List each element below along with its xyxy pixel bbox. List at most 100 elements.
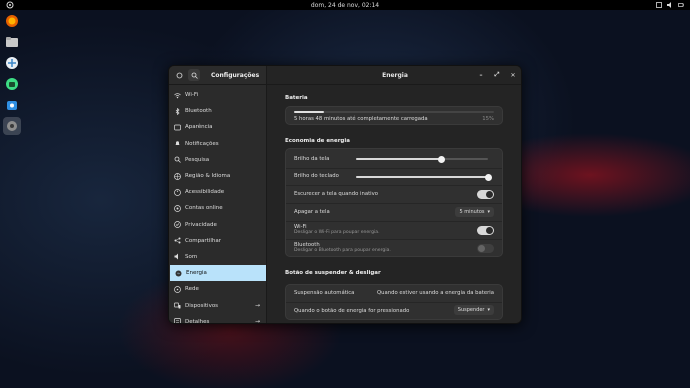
sidebar-item-wi-fi[interactable]: Wi-Fi [169, 87, 266, 103]
sidebar-item-acessibilidade[interactable]: Acessibilidade [169, 184, 266, 200]
power-button-value: Suspender [457, 307, 485, 313]
battery-card: 5 horas 48 minutos até completamente car… [285, 106, 503, 125]
store-icon[interactable] [3, 96, 21, 114]
sidebar-item-label: Privacidade [185, 221, 217, 228]
sidebar-item-privacidade[interactable]: Privacidade [169, 217, 266, 233]
sidebar-item-label: Detalhes [185, 318, 210, 324]
sidebar-item-label: Contas online [185, 205, 223, 212]
sidebar-header: Configurações [169, 66, 266, 85]
sidebar-item-dispositivos[interactable]: Dispositivos → [169, 297, 266, 313]
dock [3, 12, 21, 135]
clock[interactable]: dom, 24 de nov, 02:14 [311, 2, 379, 9]
sidebar-item-label: Energia [186, 270, 207, 277]
sidebar-item-energia[interactable]: Energia [170, 265, 266, 282]
wifi-saving-toggle[interactable] [477, 226, 494, 235]
sidebar-item-detalhes[interactable]: Detalhes → [169, 314, 266, 324]
sidebar-title: Configurações [211, 71, 260, 79]
software-icon[interactable] [3, 54, 21, 72]
firefox-icon[interactable] [3, 12, 21, 30]
menu-icon[interactable] [173, 69, 185, 81]
top-bar: dom, 24 de nov, 02:14 [0, 0, 690, 10]
accounts-icon [174, 205, 181, 212]
screen-brightness-knob[interactable] [438, 155, 446, 163]
blank-screen-dropdown[interactable]: 5 minutos ▾ [455, 207, 494, 217]
window-controls: – ⤢ ✕ [476, 70, 518, 80]
arrow-right-icon: → [254, 302, 260, 310]
sidebar-item-label: Compartilhar [185, 237, 222, 244]
battery-icon [678, 2, 684, 8]
wifi-saving-label: Wi-Fi Desligar o Wi-Fi para poupar energ… [294, 224, 494, 235]
sidebar-item-contas-online[interactable]: Contas online [169, 200, 266, 216]
main-header: Energia – ⤢ ✕ [267, 66, 521, 85]
power-button-dropdown[interactable]: Suspender ▾ [453, 305, 494, 315]
sidebar: Configurações Wi-Fi Bluetooth Aparência Not… [169, 66, 267, 324]
activities-icon[interactable] [6, 1, 14, 9]
arrow-right-icon: → [254, 318, 260, 324]
battery-bar-fill [294, 111, 325, 113]
bell-icon [174, 140, 181, 147]
sidebar-item-label: Acessibilidade [185, 189, 225, 196]
volume-icon [667, 2, 673, 8]
close-icon[interactable]: ✕ [508, 70, 518, 80]
window-title: Energia [382, 71, 408, 79]
search-icon[interactable] [188, 69, 200, 81]
wifi-icon [174, 92, 181, 99]
sidebar-item-apar-ncia[interactable]: Aparência [169, 119, 266, 135]
sidebar-item-pesquisa[interactable]: Pesquisa [169, 152, 266, 168]
accessibility-icon [174, 188, 181, 196]
search-icon [174, 156, 181, 164]
settings-window: Configurações Wi-Fi Bluetooth Aparência Not… [168, 65, 522, 324]
system-tray[interactable] [656, 0, 684, 10]
sidebar-list: Wi-Fi Bluetooth Aparência Notificações Pesqu… [169, 85, 266, 324]
share-icon [174, 237, 181, 244]
divider [286, 302, 502, 303]
chevron-down-icon: ▾ [487, 307, 490, 313]
battery-heading: Bateria [285, 95, 308, 101]
appearance-icon [174, 124, 181, 131]
sound-icon [174, 253, 181, 260]
details-icon [174, 318, 181, 323]
sidebar-item-compartilhar[interactable]: Compartilhar [169, 233, 266, 249]
battery-percent: 15% [482, 116, 494, 122]
keyboard-brightness-knob[interactable] [484, 173, 492, 181]
devices-icon [174, 302, 181, 309]
sidebar-item-label: Pesquisa [185, 156, 210, 163]
sidebar-item-label: Bluetooth [185, 108, 212, 115]
bluetooth-icon [174, 107, 181, 115]
divider [286, 239, 502, 240]
dim-screen-label: Escurecer a tela quando inativo [294, 191, 379, 197]
maximize-icon[interactable]: ⤢ [492, 70, 502, 80]
sidebar-item-rede[interactable]: Rede [169, 281, 266, 297]
suspend-heading: Botão de suspender & desligar [285, 270, 381, 276]
bt-saving-label: Bluetooth Desligar o Bluetooth para poup… [294, 242, 494, 253]
sidebar-item-label: Wi-Fi [185, 92, 199, 99]
divider [286, 185, 502, 186]
main-panel: Energia – ⤢ ✕ Bateria 5 horas 48 minutos… [267, 66, 521, 323]
bt-saving-sub: Desligar o Bluetooth para poupar energia… [294, 248, 391, 253]
sidebar-item-label: Aparência [185, 124, 213, 131]
sidebar-item-label: Som [185, 253, 198, 260]
sidebar-item-label: Rede [185, 286, 199, 293]
divider [286, 203, 502, 204]
sidebar-item-bluetooth[interactable]: Bluetooth [169, 103, 266, 119]
dim-screen-toggle[interactable] [477, 190, 494, 199]
saving-heading: Economia de energia [285, 138, 350, 144]
bt-saving-toggle[interactable] [477, 244, 494, 253]
files-icon[interactable] [3, 33, 21, 51]
sidebar-item-regi-o-idioma[interactable]: Região & Idioma [169, 168, 266, 184]
sidebar-item-notifica-es[interactable]: Notificações [169, 136, 266, 152]
keyboard-brightness-fill [356, 176, 488, 178]
blank-screen-value: 5 minutos [459, 209, 485, 215]
minimize-icon[interactable]: – [476, 70, 486, 80]
sidebar-item-label: Região & Idioma [185, 173, 231, 180]
globe-icon [174, 172, 181, 180]
settings-icon[interactable] [3, 117, 21, 135]
saving-card: Brilho da tela Brilho do teclado Escurec… [285, 148, 503, 257]
network-icon [174, 285, 181, 293]
android-studio-icon[interactable] [3, 75, 21, 93]
sidebar-item-som[interactable]: Som [169, 249, 266, 265]
wifi-saving-sub: Desligar o Wi-Fi para poupar energia. [294, 230, 380, 235]
suspend-card: Suspensão automática Quando estiver usan… [285, 284, 503, 320]
auto-suspend-value[interactable]: Quando estiver usando a energia da bater… [294, 290, 494, 296]
divider [286, 168, 502, 169]
